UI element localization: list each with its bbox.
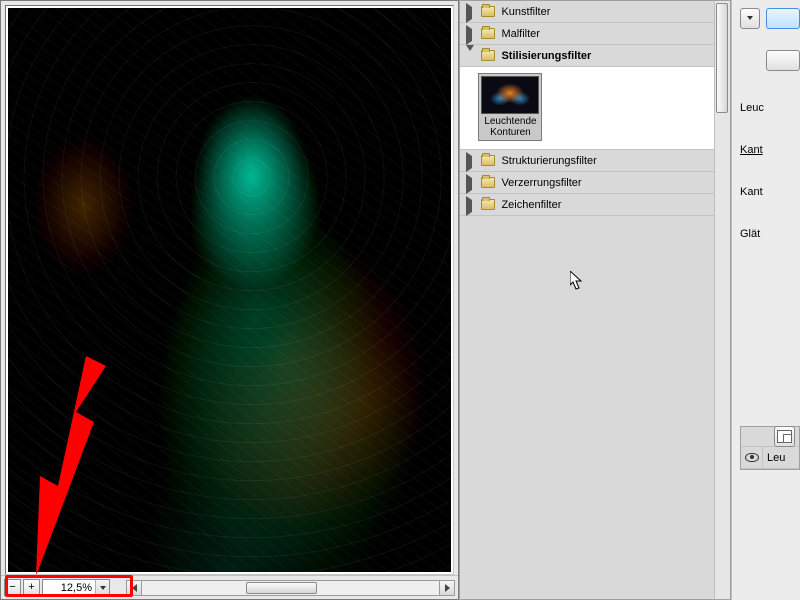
chevron-right-icon xyxy=(445,584,450,592)
chevron-down-icon xyxy=(747,16,753,20)
category-kunstfilter[interactable]: Kunstfilter xyxy=(460,1,730,23)
param3-label: Glät xyxy=(740,228,760,240)
category-label: Strukturierungsfilter xyxy=(501,155,724,167)
category-thumbnails: Leuchtende Konturen xyxy=(460,67,730,150)
new-layer-icon xyxy=(777,430,792,443)
filter-thumb-label: Leuchtende Konturen xyxy=(481,116,539,138)
filter-tree-scroll[interactable]: Kunstfilter Malfilter Stilisierungsfilte… xyxy=(460,1,730,599)
collapse-tree-button[interactable] xyxy=(740,8,760,29)
effect-layer-row[interactable]: Leu xyxy=(741,447,799,469)
plus-icon: + xyxy=(28,582,34,593)
category-zeichenfilter[interactable]: Zeichenfilter xyxy=(460,194,730,216)
scroll-right-button[interactable] xyxy=(439,580,455,596)
folder-icon xyxy=(481,155,495,166)
folder-icon xyxy=(481,6,495,17)
visibility-toggle[interactable] xyxy=(741,447,763,469)
category-malfilter[interactable]: Malfilter xyxy=(460,23,730,45)
folder-icon xyxy=(481,199,495,210)
scroll-thumb[interactable] xyxy=(716,3,728,113)
filter-name-label: Leuc xyxy=(740,102,764,114)
effect-layers-panel: Leu xyxy=(740,426,800,470)
category-strukturierungsfilter[interactable]: Strukturierungsfilter xyxy=(460,150,730,172)
filter-tree-v-scrollbar[interactable] xyxy=(714,1,730,599)
category-label: Verzerrungsfilter xyxy=(501,177,724,189)
zoom-dropdown-button[interactable] xyxy=(95,580,109,595)
filter-params-pane: Leuc Kant Kant Glät Leu xyxy=(731,0,800,600)
cursor-icon xyxy=(570,271,584,291)
category-stilisierungsfilter[interactable]: Stilisierungsfilter xyxy=(460,45,730,67)
param2-label: Kant xyxy=(740,186,763,198)
category-label: Kunstfilter xyxy=(501,6,724,18)
filter-tree-pane: Kunstfilter Malfilter Stilisierungsfilte… xyxy=(459,0,731,600)
chevron-down-icon xyxy=(100,586,106,590)
chevron-right-icon xyxy=(466,152,472,172)
category-verzerrungsfilter[interactable]: Verzerrungsfilter xyxy=(460,172,730,194)
chevron-right-icon xyxy=(466,25,472,45)
folder-icon xyxy=(481,28,495,39)
preview-pane: − + xyxy=(0,0,459,600)
param1-label: Kant xyxy=(740,144,763,156)
zoom-input[interactable] xyxy=(43,580,95,595)
scroll-left-button[interactable] xyxy=(126,580,142,596)
scroll-thumb[interactable] xyxy=(246,582,317,594)
category-label: Stilisierungsfilter xyxy=(501,50,724,62)
zoom-bar: − + xyxy=(1,575,458,599)
chevron-left-icon xyxy=(132,584,137,592)
scroll-track[interactable] xyxy=(142,580,439,596)
filter-thumb-leuchtende-konturen[interactable]: Leuchtende Konturen xyxy=(478,73,542,141)
zoom-field[interactable] xyxy=(42,579,110,596)
chevron-right-icon xyxy=(466,174,472,194)
category-label: Zeichenfilter xyxy=(501,199,724,211)
chevron-down-icon xyxy=(466,45,474,63)
folder-icon xyxy=(481,50,495,61)
cancel-button[interactable] xyxy=(766,50,800,71)
preview-h-scrollbar[interactable] xyxy=(126,580,455,596)
zoom-in-button[interactable]: + xyxy=(23,579,40,596)
folder-icon xyxy=(481,177,495,188)
eye-icon xyxy=(745,453,759,462)
ok-button[interactable] xyxy=(766,8,800,29)
preview-image xyxy=(8,8,451,572)
chevron-right-icon xyxy=(466,3,472,23)
new-effect-layer-button[interactable] xyxy=(774,426,795,447)
chevron-right-icon xyxy=(466,196,472,216)
filter-tree: Kunstfilter Malfilter Stilisierungsfilte… xyxy=(460,1,730,216)
category-label: Malfilter xyxy=(501,28,724,40)
filter-thumb-image xyxy=(481,76,539,114)
preview-viewport[interactable] xyxy=(5,5,454,575)
effect-layer-label: Leu xyxy=(763,452,789,464)
zoom-out-button[interactable]: − xyxy=(4,579,21,596)
minus-icon: − xyxy=(9,582,15,593)
filter-gallery-window: − + xyxy=(0,0,800,600)
